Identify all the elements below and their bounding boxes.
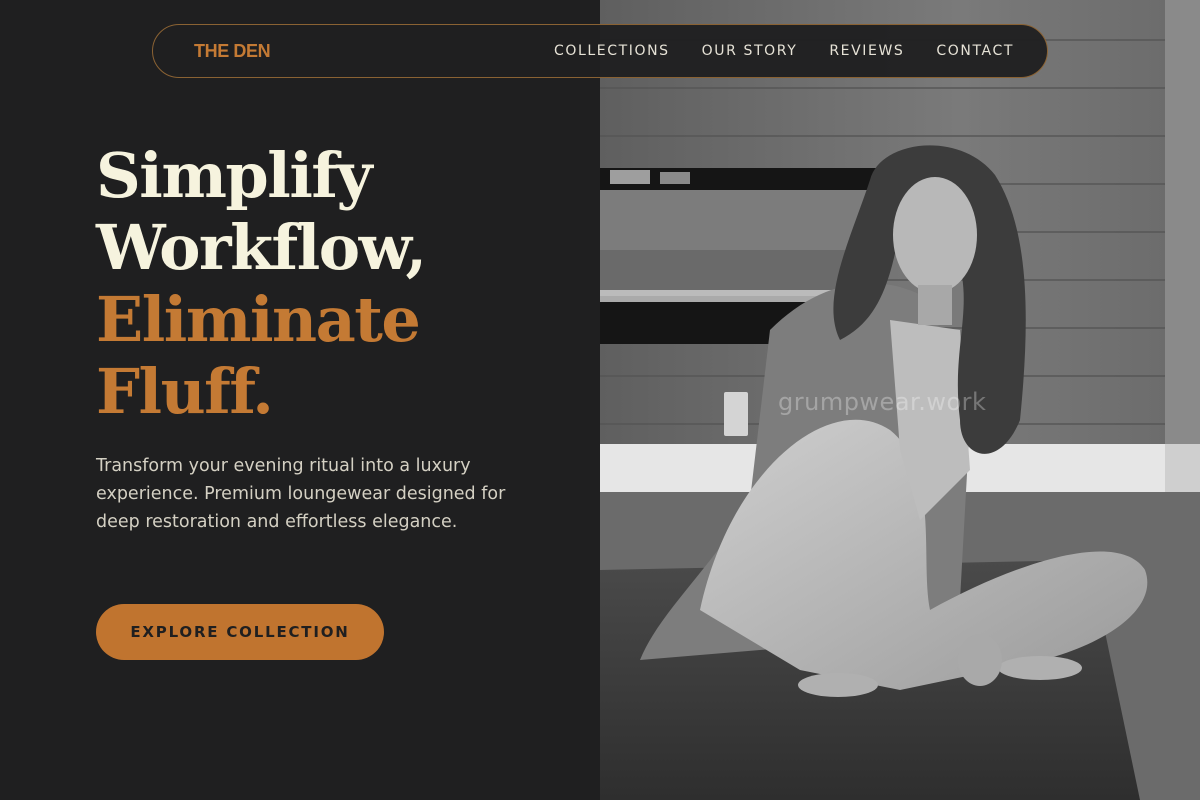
photo-watermark: grumpwear.work bbox=[778, 388, 987, 416]
brand-logo[interactable]: THE DEN bbox=[194, 41, 271, 62]
top-navigation: THE DEN COLLECTIONS OUR STORY REVIEWS CO… bbox=[152, 24, 1048, 78]
nav-link-reviews[interactable]: REVIEWS bbox=[829, 43, 904, 59]
hero-photo: grumpwear.work bbox=[600, 0, 1200, 800]
hero-section: Simplify Workflow, Eliminate Fluff. bbox=[96, 140, 576, 428]
nav-link-collections[interactable]: COLLECTIONS bbox=[554, 43, 670, 59]
headline-line-2: Workflow, bbox=[96, 211, 427, 284]
landing-page: grumpwear.work THE DEN COLLECTIONS OUR S… bbox=[0, 0, 1200, 800]
headline-line-3: Eliminate bbox=[96, 283, 421, 356]
hero-subtext: Transform your evening ritual into a lux… bbox=[96, 456, 506, 532]
nav-link-our-story[interactable]: OUR STORY bbox=[702, 43, 798, 59]
hero-headline: Simplify Workflow, Eliminate Fluff. bbox=[96, 140, 576, 428]
nav-links: COLLECTIONS OUR STORY REVIEWS CONTACT bbox=[554, 43, 1014, 59]
explore-collection-button[interactable]: EXPLORE COLLECTION bbox=[96, 604, 384, 660]
headline-line-4: Fluff. bbox=[96, 355, 274, 428]
nav-link-contact[interactable]: CONTACT bbox=[936, 43, 1014, 59]
headline-line-1: Simplify bbox=[96, 139, 373, 212]
